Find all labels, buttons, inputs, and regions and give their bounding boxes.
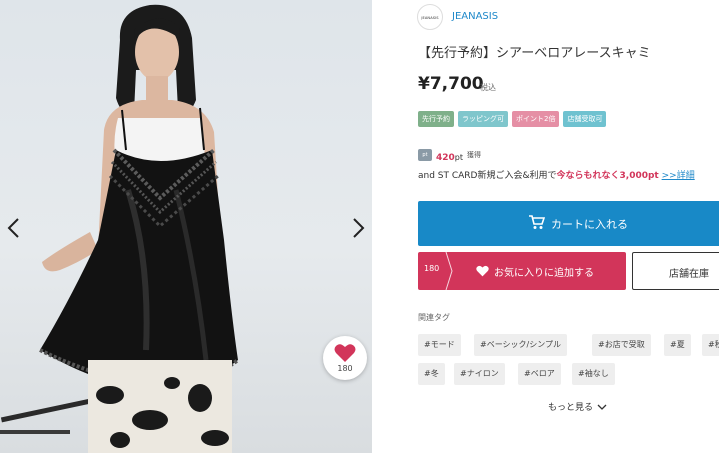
promo-prefix: and ST CARD新規ご入会&利用で: [418, 171, 557, 181]
store-stock-label: 店舗在庫: [669, 269, 709, 280]
tag-item[interactable]: #ナイロン: [454, 363, 505, 385]
product-image-gallery: 180: [0, 0, 372, 453]
tax-label: 税込: [480, 83, 496, 92]
badge-list: 先行予約 ラッピング可 ポイント2倍 店舗受取可: [418, 111, 607, 127]
points-value: 420: [436, 153, 455, 163]
tag-item[interactable]: #ベーシック/シンプル: [474, 334, 567, 356]
promo-detail-link[interactable]: >>詳細: [662, 171, 695, 181]
product-title: 【先行予約】シアーベロアレースキャミ: [418, 46, 651, 61]
add-to-favorites-button[interactable]: 180 お気に入りに追加する: [418, 252, 626, 290]
tag-item[interactable]: #モード: [418, 334, 461, 356]
points-icon: pt: [418, 148, 432, 161]
tag-item[interactable]: #ベロア: [518, 363, 561, 385]
add-to-cart-label: カートに入れる: [551, 218, 628, 231]
badge-preorder: 先行予約: [418, 111, 454, 127]
card-promo: and ST CARD新規ご入会&利用で今ならもれなく3,000pt >>詳細: [418, 168, 695, 181]
product-photo: [0, 4, 240, 453]
points-unit: pt: [454, 153, 464, 162]
show-more-label: もっと見る: [548, 403, 594, 413]
cart-icon: [529, 215, 545, 229]
badge-double-points: ポイント2倍: [512, 111, 560, 127]
add-to-favorites-label: お気に入りに追加する: [494, 268, 594, 279]
product-info-panel: JEANASIS JEANASIS 【先行予約】シアーベロアレースキャミ ¥7,…: [372, 0, 719, 453]
add-to-cart-button[interactable]: カートに入れる: [418, 201, 719, 246]
points-suffix: 獲得: [467, 150, 482, 159]
badge-store-pickup: 店舗受取可: [563, 111, 607, 127]
image-favorite-count: 180: [337, 364, 353, 373]
brand-link[interactable]: JEANASIS: [452, 11, 498, 22]
tag-item[interactable]: #お店で受取: [592, 334, 651, 356]
tag-item[interactable]: #冬: [418, 363, 445, 385]
show-more-button[interactable]: もっと見る: [548, 400, 607, 413]
image-favorite-button[interactable]: 180: [323, 336, 367, 380]
chevron-right-icon[interactable]: [346, 214, 370, 242]
chevron-left-icon[interactable]: [2, 214, 26, 242]
product-price: ¥7,700: [418, 74, 484, 94]
tag-item[interactable]: #袖なし: [572, 363, 615, 385]
heart-icon: [476, 265, 489, 277]
tag-item[interactable]: #秋: [702, 334, 719, 356]
heart-icon: [334, 344, 356, 362]
favorites-count: 180: [424, 264, 440, 273]
brand-logo[interactable]: JEANASIS: [417, 4, 443, 30]
tag-item[interactable]: #夏: [664, 334, 691, 356]
store-stock-button[interactable]: 店舗在庫: [632, 252, 719, 290]
badge-wrapping: ラッピング可: [458, 111, 508, 127]
chevron-down-icon: [597, 404, 607, 410]
related-tags-heading: 関連タグ: [418, 313, 450, 322]
promo-highlight: 今ならもれなく3,000pt: [556, 171, 659, 181]
points-row: pt 420pt 獲得: [418, 145, 481, 164]
